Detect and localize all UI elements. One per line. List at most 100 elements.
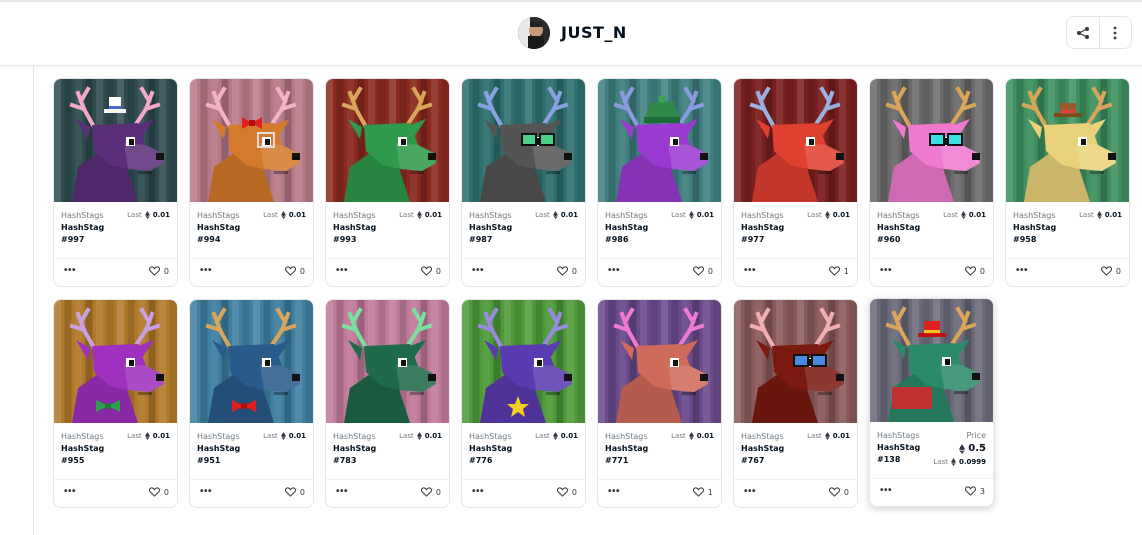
nft-card[interactable]: HashStags Last 0.01 HashStag #987 ••• 0 bbox=[461, 78, 586, 287]
nft-number[interactable]: #994 bbox=[197, 235, 220, 244]
nft-name[interactable]: HashStag bbox=[1013, 223, 1056, 232]
nft-number[interactable]: #776 bbox=[469, 456, 492, 465]
nft-image[interactable] bbox=[734, 300, 857, 423]
favorite-button[interactable]: 0 bbox=[284, 266, 305, 276]
collection-name[interactable]: HashStags bbox=[469, 432, 512, 441]
nft-name[interactable]: HashStag bbox=[741, 223, 784, 232]
nft-name[interactable]: HashStag bbox=[197, 444, 240, 453]
collection-name[interactable]: HashStags bbox=[333, 211, 376, 220]
nft-name[interactable]: HashStag bbox=[605, 444, 648, 453]
more-options-button[interactable]: ••• bbox=[64, 266, 76, 276]
collection-name[interactable]: HashStags bbox=[197, 211, 240, 220]
nft-name[interactable]: HashStag bbox=[61, 223, 104, 232]
more-options-button[interactable]: ••• bbox=[336, 266, 348, 276]
more-options-button[interactable]: ••• bbox=[744, 266, 756, 276]
nft-card[interactable]: HashStags Last 0.01 HashStag #776 ••• 0 bbox=[461, 299, 586, 508]
avatar[interactable] bbox=[518, 16, 550, 49]
nft-card[interactable]: HashStags Last 0.01 HashStag #993 ••• 0 bbox=[325, 78, 450, 287]
nft-name[interactable]: HashStag bbox=[605, 223, 648, 232]
nft-image[interactable] bbox=[462, 300, 585, 423]
more-options-button[interactable]: ••• bbox=[608, 487, 620, 497]
collection-name[interactable]: HashStags bbox=[605, 432, 648, 441]
more-options-button[interactable]: ••• bbox=[200, 266, 212, 276]
nft-number[interactable]: #993 bbox=[333, 235, 356, 244]
nft-card[interactable]: HashStags Last 0.01 HashStag #771 ••• 1 bbox=[597, 299, 722, 508]
nft-image[interactable] bbox=[190, 300, 313, 423]
more-options-button[interactable]: ••• bbox=[744, 487, 756, 497]
nft-card[interactable]: HashStags Last 0.01 HashStag #986 ••• 0 bbox=[597, 78, 722, 287]
nft-name[interactable]: HashStag bbox=[877, 443, 920, 452]
nft-number[interactable]: #771 bbox=[605, 456, 628, 465]
nft-image[interactable] bbox=[870, 299, 993, 422]
collection-name[interactable]: HashStags bbox=[197, 432, 240, 441]
more-options-button[interactable]: ••• bbox=[880, 266, 892, 276]
nft-number[interactable]: #986 bbox=[605, 235, 628, 244]
nft-image[interactable] bbox=[326, 79, 449, 202]
nft-image[interactable] bbox=[870, 79, 993, 202]
favorite-button[interactable]: 0 bbox=[1100, 266, 1121, 276]
nft-card[interactable]: HashStags Last 0.01 HashStag #955 ••• 0 bbox=[53, 299, 178, 508]
nft-number[interactable]: #783 bbox=[333, 456, 356, 465]
nft-image[interactable] bbox=[734, 79, 857, 202]
nft-name[interactable]: HashStag bbox=[61, 444, 104, 453]
collection-name[interactable]: HashStags bbox=[741, 432, 784, 441]
nft-number[interactable]: #997 bbox=[61, 235, 84, 244]
nft-number[interactable]: #977 bbox=[741, 235, 764, 244]
nft-number[interactable]: #958 bbox=[1013, 235, 1036, 244]
profile-header[interactable]: JUST_N bbox=[518, 16, 627, 49]
collection-name[interactable]: HashStags bbox=[469, 211, 512, 220]
more-options-button[interactable] bbox=[1098, 17, 1131, 48]
nft-name[interactable]: HashStag bbox=[469, 444, 512, 453]
collection-name[interactable]: HashStags bbox=[877, 211, 920, 220]
more-options-button[interactable]: ••• bbox=[64, 487, 76, 497]
more-options-button[interactable]: ••• bbox=[880, 486, 892, 496]
favorite-button[interactable]: 0 bbox=[964, 266, 985, 276]
favorite-button[interactable]: 1 bbox=[692, 487, 713, 497]
more-options-button[interactable]: ••• bbox=[472, 266, 484, 276]
more-options-button[interactable]: ••• bbox=[472, 487, 484, 497]
nft-number[interactable]: #955 bbox=[61, 456, 84, 465]
nft-image[interactable] bbox=[598, 79, 721, 202]
nft-image[interactable] bbox=[54, 300, 177, 423]
favorite-button[interactable]: 0 bbox=[692, 266, 713, 276]
nft-card[interactable]: HashStags Last 0.01 HashStag #767 ••• 0 bbox=[733, 299, 858, 508]
nft-card-featured[interactable]: HashStags Price HashStag 0.5 #138 Last 0.0999 •… bbox=[869, 298, 994, 507]
nft-card[interactable]: HashStags Last 0.01 HashStag #977 ••• 1 bbox=[733, 78, 858, 287]
collection-name[interactable]: HashStags bbox=[741, 211, 784, 220]
more-options-button[interactable]: ••• bbox=[336, 487, 348, 497]
favorite-button[interactable]: 3 bbox=[964, 486, 985, 496]
favorite-button[interactable]: 0 bbox=[420, 266, 441, 276]
nft-card[interactable]: HashStags Last 0.01 HashStag #951 ••• 0 bbox=[189, 299, 314, 508]
nft-number[interactable]: #960 bbox=[877, 235, 900, 244]
nft-image[interactable] bbox=[54, 79, 177, 202]
nft-name[interactable]: HashStag bbox=[877, 223, 920, 232]
nft-card[interactable]: HashStags Last 0.01 HashStag #997 ••• 0 bbox=[53, 78, 178, 287]
favorite-button[interactable]: 0 bbox=[148, 487, 169, 497]
collection-name[interactable]: HashStags bbox=[61, 432, 104, 441]
nft-image[interactable] bbox=[326, 300, 449, 423]
nft-image[interactable] bbox=[598, 300, 721, 423]
nft-card[interactable]: HashStags Last 0.01 HashStag #783 ••• 0 bbox=[325, 299, 450, 508]
favorite-button[interactable]: 0 bbox=[556, 266, 577, 276]
nft-card[interactable]: HashStags Last 0.01 HashStag #960 ••• 0 bbox=[869, 78, 994, 287]
favorite-button[interactable]: 0 bbox=[420, 487, 441, 497]
nft-image[interactable] bbox=[190, 79, 313, 202]
nft-number[interactable]: #767 bbox=[741, 456, 764, 465]
favorite-button[interactable]: 0 bbox=[828, 487, 849, 497]
nft-number[interactable]: #138 bbox=[877, 455, 900, 464]
collection-name[interactable]: HashStags bbox=[333, 432, 376, 441]
nft-name[interactable]: HashStag bbox=[333, 444, 376, 453]
nft-number[interactable]: #987 bbox=[469, 235, 492, 244]
collection-name[interactable]: HashStags bbox=[61, 211, 104, 220]
nft-image[interactable] bbox=[462, 79, 585, 202]
collection-name[interactable]: HashStags bbox=[877, 431, 920, 440]
nft-image[interactable] bbox=[1006, 79, 1129, 202]
nft-name[interactable]: HashStag bbox=[741, 444, 784, 453]
more-options-button[interactable]: ••• bbox=[1016, 266, 1028, 276]
favorite-button[interactable]: 0 bbox=[148, 266, 169, 276]
collection-name[interactable]: HashStags bbox=[1013, 211, 1056, 220]
favorite-button[interactable]: 0 bbox=[284, 487, 305, 497]
nft-card[interactable]: HashStags Last 0.01 HashStag #994 ••• 0 bbox=[189, 78, 314, 287]
favorite-button[interactable]: 0 bbox=[556, 487, 577, 497]
more-options-button[interactable]: ••• bbox=[200, 487, 212, 497]
